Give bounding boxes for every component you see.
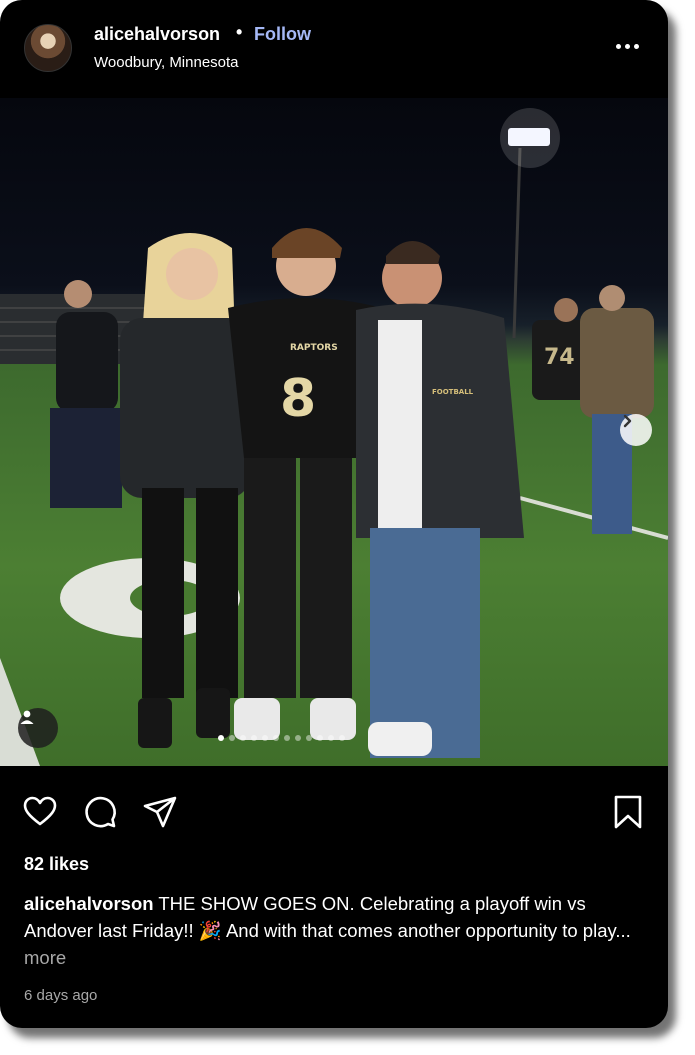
post-timestamp[interactable]: 6 days ago xyxy=(24,987,97,1004)
carousel-dot xyxy=(306,735,312,741)
heart-icon[interactable] xyxy=(22,794,58,830)
bookmark-icon[interactable] xyxy=(610,794,646,830)
carousel-dot xyxy=(251,735,257,741)
background-jersey-number: 74 xyxy=(544,345,575,370)
jersey-number-text: 8 xyxy=(280,369,316,429)
post-image[interactable]: 74 RAPTORS 8 FOOTBALL xyxy=(0,98,668,766)
jacket-logo-text: FOOTBALL xyxy=(432,388,474,396)
follow-button[interactable]: Follow xyxy=(254,24,311,45)
carousel-dot xyxy=(273,735,279,741)
send-icon[interactable] xyxy=(142,794,178,830)
carousel-dot xyxy=(317,735,323,741)
likes-count[interactable]: 82 likes xyxy=(24,854,89,875)
carousel-dot xyxy=(284,735,290,741)
carousel-dot xyxy=(240,735,246,741)
carousel-dot xyxy=(262,735,268,741)
more-options-button[interactable] xyxy=(610,38,646,58)
caption-more-link[interactable]: more xyxy=(24,947,66,968)
carousel-dot xyxy=(218,735,224,741)
user-tag-icon xyxy=(20,710,34,724)
profile-avatar[interactable] xyxy=(24,24,72,72)
carousel-dot xyxy=(328,735,334,741)
photo-scene: 74 RAPTORS 8 FOOTBALL xyxy=(0,108,668,766)
post-actions xyxy=(0,780,668,840)
post-caption: alicehalvorson THE SHOW GOES ON. Celebra… xyxy=(24,890,654,971)
next-image-button[interactable] xyxy=(620,414,652,446)
carousel-dot xyxy=(339,735,345,741)
post-username[interactable]: alicehalvorson xyxy=(94,24,220,45)
jersey-team-text: RAPTORS xyxy=(290,343,338,353)
more-horizontal-icon xyxy=(616,44,621,49)
carousel-indicator xyxy=(218,735,345,743)
carousel-dot xyxy=(229,735,235,741)
chevron-right-icon xyxy=(623,414,632,428)
separator-dot: • xyxy=(236,22,243,42)
tagged-users-button[interactable] xyxy=(18,708,58,748)
carousel-dot xyxy=(295,735,301,741)
post-header: alicehalvorson • Follow Woodbury, Minnes… xyxy=(0,0,668,98)
post-location[interactable]: Woodbury, Minnesota xyxy=(94,54,239,71)
post-card: alicehalvorson • Follow Woodbury, Minnes… xyxy=(0,0,668,1028)
caption-username[interactable]: alicehalvorson xyxy=(24,893,154,914)
comment-icon[interactable] xyxy=(82,794,118,830)
